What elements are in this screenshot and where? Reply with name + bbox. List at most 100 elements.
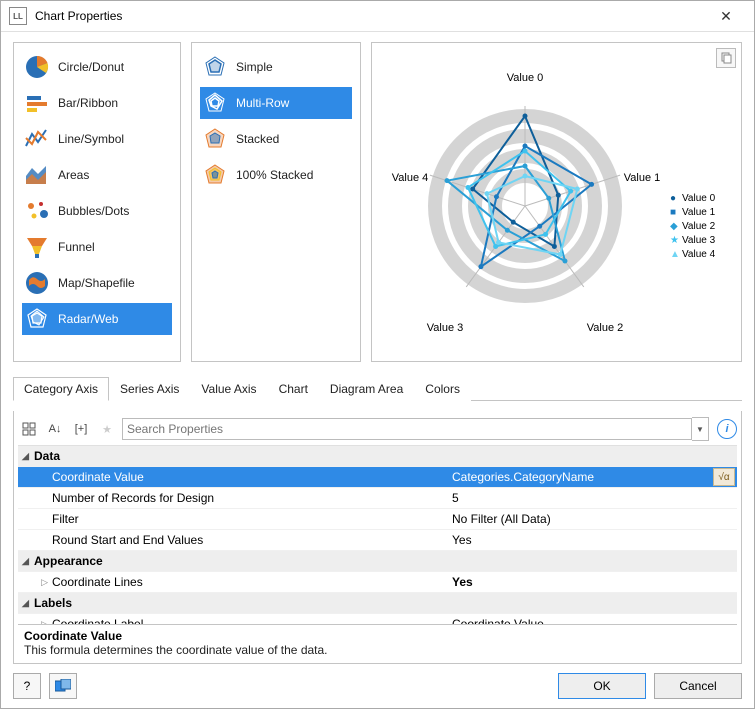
- area-chart-icon: [24, 162, 50, 188]
- expand-button[interactable]: [+]: [70, 418, 92, 440]
- radar-stacked-icon: [202, 126, 228, 152]
- radar-100stacked-icon: [202, 162, 228, 188]
- sort-button[interactable]: A↓: [44, 418, 66, 440]
- category-label: Labels: [34, 596, 72, 610]
- help-button[interactable]: ?: [13, 673, 41, 699]
- tab-chart[interactable]: Chart: [268, 377, 319, 401]
- svg-text:Value 1: Value 1: [624, 172, 661, 184]
- category-data[interactable]: ◢ Data: [18, 446, 737, 467]
- svg-text:Value 3: Value 3: [427, 322, 464, 334]
- tab-value-axis[interactable]: Value Axis: [190, 377, 267, 401]
- layout-button[interactable]: [49, 673, 77, 699]
- ok-button[interactable]: OK: [558, 673, 646, 699]
- prop-coordinate-label[interactable]: ▷ Coordinate Label Coordinate Value: [18, 614, 737, 624]
- chart-type-label: Bar/Ribbon: [58, 96, 118, 110]
- chart-type-label: Map/Shapefile: [58, 276, 135, 290]
- copy-preview-button[interactable]: [716, 48, 736, 68]
- tab-diagram-area[interactable]: Diagram Area: [319, 377, 414, 401]
- radar-chart-icon: [24, 306, 50, 332]
- subtype-simple[interactable]: Simple: [200, 51, 352, 83]
- subtype-label: 100% Stacked: [236, 168, 313, 182]
- chart-type-list: Circle/Donut Bar/Ribbon Line/Symbol: [13, 42, 181, 362]
- chart-type-map[interactable]: Map/Shapefile: [22, 267, 172, 299]
- subtype-label: Simple: [236, 60, 273, 74]
- tab-series-axis[interactable]: Series Axis: [109, 377, 190, 401]
- funnel-chart-icon: [24, 234, 50, 260]
- search-dropdown[interactable]: ▼: [692, 417, 709, 441]
- property-grid[interactable]: ◢ Data Coordinate Value Categories.Categ…: [18, 445, 737, 624]
- prop-value: Yes: [452, 575, 737, 589]
- search-input[interactable]: [122, 418, 692, 440]
- category-labels[interactable]: ◢ Labels: [18, 593, 737, 614]
- prop-coordinate-value[interactable]: Coordinate Value Categories.CategoryName…: [18, 467, 737, 488]
- svg-text:★: ★: [670, 235, 679, 246]
- svg-text:■: ■: [670, 207, 676, 218]
- chart-type-bar[interactable]: Bar/Ribbon: [22, 87, 172, 119]
- map-chart-icon: [24, 270, 50, 296]
- category-label: Appearance: [34, 554, 103, 568]
- radar-preview-svg: Value 0Value 1Value 2Value 3Value 4●Valu…: [380, 51, 730, 351]
- subtype-label: Multi-Row: [236, 96, 289, 110]
- chart-type-bubbles[interactable]: Bubbles/Dots: [22, 195, 172, 227]
- chart-type-label: Bubbles/Dots: [58, 204, 129, 218]
- collapse-icon: ◢: [22, 451, 34, 462]
- tab-category-axis[interactable]: Category Axis: [13, 377, 109, 401]
- subtype-100stacked[interactable]: 100% Stacked: [200, 159, 352, 191]
- chart-type-label: Radar/Web: [58, 312, 118, 326]
- cancel-button[interactable]: Cancel: [654, 673, 742, 699]
- prop-name: Number of Records for Design: [52, 491, 452, 505]
- description-text: This formula determines the coordinate v…: [24, 643, 731, 657]
- chart-properties-dialog: LL Chart Properties ✕ Circle/Donut Bar/R…: [0, 0, 755, 709]
- chart-type-radar[interactable]: Radar/Web: [22, 303, 172, 335]
- prop-name: Coordinate Label: [52, 617, 452, 624]
- prop-value: Categories.CategoryName: [452, 470, 713, 484]
- dialog-footer: ? OK Cancel: [1, 664, 754, 708]
- bubble-chart-icon: [24, 198, 50, 224]
- svg-text:Value 2: Value 2: [587, 322, 624, 334]
- property-toolbar: A↓ [+] ★ ▼ i: [18, 415, 737, 445]
- subtype-list: Simple Multi-Row Stacked: [191, 42, 361, 362]
- prop-round[interactable]: Round Start and End Values Yes: [18, 530, 737, 551]
- chart-type-funnel[interactable]: Funnel: [22, 231, 172, 263]
- svg-text:Value 3: Value 3: [682, 235, 716, 246]
- formula-edit-button[interactable]: √α: [713, 468, 735, 486]
- chart-type-label: Areas: [58, 168, 89, 182]
- close-button[interactable]: ✕: [706, 4, 746, 28]
- top-panels: Circle/Donut Bar/Ribbon Line/Symbol: [13, 42, 742, 362]
- category-appearance[interactable]: ◢ Appearance: [18, 551, 737, 572]
- subtype-label: Stacked: [236, 132, 279, 146]
- expand-icon[interactable]: ▷: [18, 577, 52, 588]
- subtype-multirow[interactable]: Multi-Row: [200, 87, 352, 119]
- prop-name: Filter: [52, 512, 452, 526]
- prop-value: Coordinate Value: [452, 617, 737, 624]
- favorite-button[interactable]: ★: [96, 418, 118, 440]
- svg-text:Value 2: Value 2: [682, 221, 716, 232]
- info-button[interactable]: i: [717, 419, 737, 439]
- window-title: Chart Properties: [35, 9, 706, 23]
- svg-text:◆: ◆: [670, 221, 678, 232]
- prop-value: 5: [452, 491, 737, 505]
- collapse-icon: ◢: [22, 598, 34, 609]
- chart-type-label: Line/Symbol: [58, 132, 124, 146]
- prop-name: Coordinate Lines: [52, 575, 452, 589]
- categorized-button[interactable]: [18, 418, 40, 440]
- category-label: Data: [34, 449, 60, 463]
- svg-text:Value 4: Value 4: [392, 172, 429, 184]
- chart-type-areas[interactable]: Areas: [22, 159, 172, 191]
- subtype-stacked[interactable]: Stacked: [200, 123, 352, 155]
- property-tabs: Category Axis Series Axis Value Axis Cha…: [13, 376, 742, 401]
- prop-coordinate-lines[interactable]: ▷ Coordinate Lines Yes: [18, 572, 737, 593]
- chart-type-line[interactable]: Line/Symbol: [22, 123, 172, 155]
- pie-chart-icon: [24, 54, 50, 80]
- bar-chart-icon: [24, 90, 50, 116]
- svg-text:Value 0: Value 0: [507, 72, 544, 84]
- svg-text:▲: ▲: [670, 249, 680, 260]
- prop-num-records[interactable]: Number of Records for Design 5: [18, 488, 737, 509]
- description-box: Coordinate Value This formula determines…: [18, 624, 737, 663]
- property-panel: A↓ [+] ★ ▼ i ◢ Data Coordinate Value Cat…: [13, 411, 742, 664]
- prop-name: Round Start and End Values: [52, 533, 452, 547]
- prop-filter[interactable]: Filter No Filter (All Data): [18, 509, 737, 530]
- radar-multirow-icon: [202, 90, 228, 116]
- chart-type-circle[interactable]: Circle/Donut: [22, 51, 172, 83]
- tab-colors[interactable]: Colors: [414, 377, 471, 401]
